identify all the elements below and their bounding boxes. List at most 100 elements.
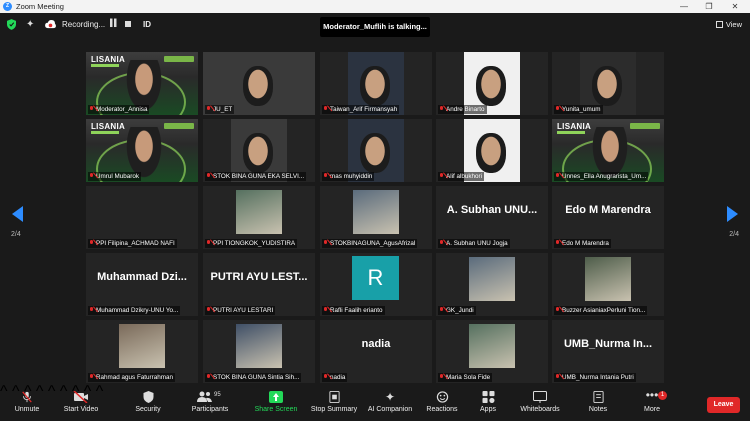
participant-name: Buzzer AsianiaxPerluni Tion... bbox=[562, 307, 646, 314]
avatar: R bbox=[352, 256, 399, 300]
reactions-button[interactable]: Reactions bbox=[424, 383, 460, 421]
participant-name: GK_Jundi bbox=[446, 307, 474, 314]
participant-name-label: Umrul Mubarok bbox=[88, 172, 142, 181]
notes-label: Notes bbox=[588, 406, 608, 413]
more-label: More bbox=[644, 406, 660, 413]
profile-photo bbox=[469, 324, 515, 368]
participant-face bbox=[360, 133, 390, 173]
share-screen-label: Share Screen bbox=[254, 406, 298, 413]
leave-button[interactable]: Leave bbox=[707, 397, 740, 413]
apps-grid-icon bbox=[482, 391, 494, 403]
participant-tile[interactable]: UMB_Nurma In... UMB_Nurma Intania Putri bbox=[552, 320, 664, 383]
ai-companion-chevron-icon[interactable]: ^ bbox=[48, 383, 56, 400]
share-screen-button[interactable]: Share Screen bbox=[254, 383, 298, 421]
participant-tile[interactable]: LISANIA Umrul Mubarok bbox=[86, 119, 198, 182]
participant-name: PPI Filipina_ACHMAD NAFI bbox=[96, 240, 175, 247]
share-screen-icon bbox=[269, 391, 283, 403]
maximize-button[interactable]: ❐ bbox=[698, 0, 720, 13]
participant-tile[interactable]: mas muhyiddin bbox=[320, 119, 432, 182]
participant-face bbox=[592, 66, 622, 106]
zoom-app-icon: Z bbox=[3, 2, 12, 11]
muted-mic-icon bbox=[206, 106, 211, 112]
participant-tile[interactable]: nadia nadia bbox=[320, 320, 432, 383]
grid-view-icon bbox=[715, 21, 723, 28]
muted-mic-icon bbox=[323, 106, 328, 112]
participants-button[interactable]: 95 Participants bbox=[189, 383, 231, 421]
participants-icon: 95 bbox=[197, 391, 223, 403]
apps-button[interactable]: Apps bbox=[474, 383, 502, 421]
security-button[interactable]: Security bbox=[130, 383, 166, 421]
participant-tile[interactable]: Maria Sola Fide bbox=[436, 320, 548, 383]
ai-companion-button[interactable]: ✦ AI Companion bbox=[366, 383, 414, 421]
participant-name-label: GK_Jundi bbox=[438, 306, 476, 315]
minimize-button[interactable]: — bbox=[673, 0, 695, 13]
shield-icon[interactable] bbox=[7, 19, 16, 30]
pause-recording-icon[interactable]: ▌▌ bbox=[110, 20, 119, 27]
muted-mic-icon bbox=[439, 240, 444, 246]
participant-face bbox=[243, 66, 273, 106]
participant-tile[interactable]: PPI TIONGKOK_YUDISTIRA bbox=[203, 186, 315, 249]
profile-photo bbox=[469, 257, 515, 301]
participant-name: Muhammad Dzikry-UNU Yo... bbox=[96, 307, 179, 314]
participant-name: Unnes_Ella Anugrarista_Um... bbox=[562, 173, 647, 180]
muted-mic-icon bbox=[206, 374, 211, 380]
participant-tile[interactable]: Andre Binarto bbox=[436, 52, 548, 115]
view-button[interactable]: View bbox=[715, 20, 742, 29]
participant-tile[interactable]: Muhammad Dzi... Muhammad Dzikry-UNU Yo... bbox=[86, 253, 198, 316]
participants-label: Participants bbox=[191, 406, 229, 413]
start-video-button[interactable]: Start Video bbox=[60, 383, 102, 421]
window-titlebar: Z Zoom Meeting — ❐ ✕ bbox=[0, 0, 750, 13]
participant-name: Taiwan_Arif Firmansyah bbox=[330, 106, 398, 113]
more-button[interactable]: ••• More bbox=[638, 383, 666, 421]
page-indicator-right: 2/4 bbox=[729, 231, 739, 238]
participant-tile[interactable]: Alif albukhori bbox=[436, 119, 548, 182]
participant-tile[interactable]: PPI Filipina_ACHMAD NAFI bbox=[86, 186, 198, 249]
participant-tile[interactable]: Yunita_umum bbox=[552, 52, 664, 115]
participant-display-name: UMB_Nurma In... bbox=[563, 338, 652, 350]
ai-sparkle-icon[interactable]: ✦ bbox=[26, 19, 34, 30]
participant-name: Maria Sola Fide bbox=[446, 374, 491, 381]
participant-name: Yunita_umum bbox=[562, 106, 601, 113]
participant-name: STOK BINA GUNA EKA SELVI... bbox=[213, 173, 305, 180]
stop-summary-button[interactable]: Stop Summary bbox=[308, 383, 360, 421]
next-page-arrow-icon[interactable] bbox=[727, 206, 738, 222]
participant-tile[interactable]: Rahmad agus Faturrahman bbox=[86, 320, 198, 383]
participant-tile[interactable]: R Rafli Faalih erianto bbox=[320, 253, 432, 316]
profile-photo bbox=[353, 190, 399, 234]
participant-tile[interactable]: LISANIA Unnes_Ella Anugrarista_Um... bbox=[552, 119, 664, 182]
close-window-button[interactable]: ✕ bbox=[724, 0, 746, 13]
participant-name-label: Moderator_Annisa bbox=[88, 105, 150, 114]
participant-tile[interactable]: Buzzer AsianiaxPerluni Tion... bbox=[552, 253, 664, 316]
banner-badge bbox=[164, 123, 194, 129]
stop-recording-icon[interactable] bbox=[125, 21, 131, 27]
muted-mic-icon bbox=[323, 173, 328, 179]
notes-button[interactable]: Notes bbox=[584, 383, 612, 421]
participant-tile[interactable]: JU_ET bbox=[203, 52, 315, 115]
previous-page-arrow-icon[interactable] bbox=[12, 206, 23, 222]
profile-photo bbox=[236, 190, 282, 234]
participant-name-label: Taiwan_Arif Firmansyah bbox=[322, 105, 400, 114]
participant-tile[interactable]: STOK BINA GUNA EKA SELVI... bbox=[203, 119, 315, 182]
participant-tile[interactable]: LISANIA Moderator_Annisa bbox=[86, 52, 198, 115]
participant-tile[interactable]: STOK BINA GUNA Sintia Sih... bbox=[203, 320, 315, 383]
muted-mic-icon bbox=[89, 374, 94, 380]
whiteboards-button[interactable]: Whiteboards bbox=[517, 383, 563, 421]
audio-options-chevron-icon[interactable]: ^ bbox=[0, 383, 8, 400]
stop-summary-label: Stop Summary bbox=[310, 406, 358, 413]
participant-tile[interactable]: STOKBINAGUNA_AgusAfrizal bbox=[320, 186, 432, 249]
participant-name-label: Andre Binarto bbox=[438, 105, 487, 114]
muted-mic-icon bbox=[555, 173, 560, 179]
participant-tile[interactable]: GK_Jundi bbox=[436, 253, 548, 316]
participant-name: PPI TIONGKOK_YUDISTIRA bbox=[213, 240, 296, 247]
participant-name-label: Edo M Marendra bbox=[554, 239, 611, 248]
meeting-id-label[interactable]: ID bbox=[143, 20, 151, 29]
unmute-button[interactable]: Unmute bbox=[8, 383, 46, 421]
participant-tile[interactable]: A. Subhan UNU... A. Subhan UNU Jogja bbox=[436, 186, 548, 249]
muted-mic-icon bbox=[555, 307, 560, 313]
participant-tile[interactable]: Edo M Marendra Edo M Marendra bbox=[552, 186, 664, 249]
view-label: View bbox=[725, 20, 742, 29]
participant-name: Rafli Faalih erianto bbox=[330, 307, 383, 314]
participant-name-label: A. Subhan UNU Jogja bbox=[438, 239, 510, 248]
participant-tile[interactable]: PUTRI AYU LEST... PUTRI AYU LESTARI bbox=[203, 253, 315, 316]
participant-tile[interactable]: Taiwan_Arif Firmansyah bbox=[320, 52, 432, 115]
